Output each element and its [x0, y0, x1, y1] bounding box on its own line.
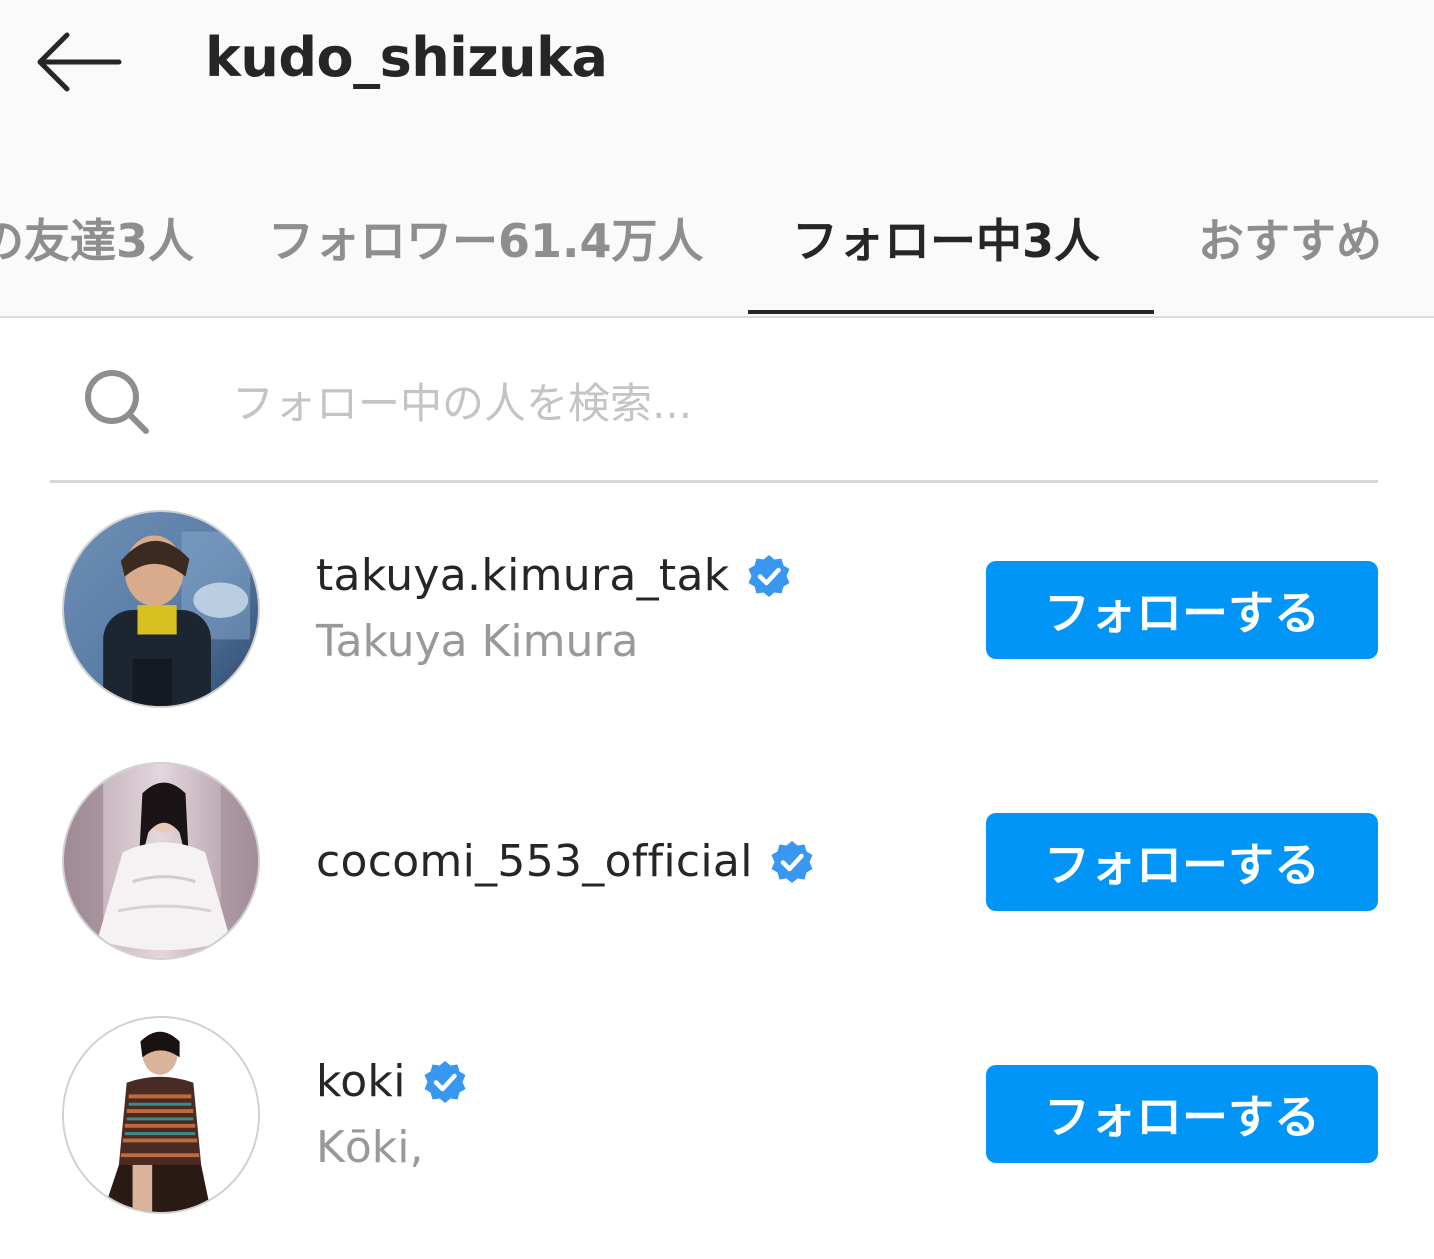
follow-button[interactable]: フォローする — [986, 813, 1378, 911]
tab-bar: の友達3人 フォロワー61.4万人 フォロー中3人 おすすめ — [0, 190, 1434, 318]
avatar[interactable] — [62, 510, 260, 708]
username[interactable]: koki — [316, 1056, 468, 1107]
username-text: takuya.kimura_tak — [316, 550, 730, 601]
follow-button[interactable]: フォローする — [986, 1065, 1378, 1163]
username-text: koki — [316, 1056, 406, 1107]
search-bar — [50, 335, 1378, 483]
verified-badge-icon — [771, 840, 813, 883]
back-arrow-icon — [37, 32, 122, 92]
active-tab-indicator — [748, 310, 1154, 314]
search-input[interactable] — [232, 365, 1332, 441]
following-list-screen: kudo_shizuka の友達3人 フォロワー61.4万人 フォロー中3人 お… — [0, 0, 1434, 1259]
avatar[interactable] — [62, 1016, 260, 1214]
username-text: cocomi_553_official — [316, 836, 753, 887]
page-title: kudo_shizuka — [205, 26, 608, 89]
list-item[interactable]: koki Kōki, フォローする — [0, 1012, 1434, 1214]
follow-button[interactable]: フォローする — [986, 561, 1378, 659]
full-name: Kōki, — [316, 1122, 424, 1173]
verified-badge-icon — [424, 1060, 466, 1103]
username[interactable]: cocomi_553_official — [316, 836, 815, 887]
verified-badge-icon — [748, 554, 790, 597]
tab-mutual-friends[interactable]: の友達3人 — [0, 190, 194, 286]
avatar[interactable] — [62, 762, 260, 960]
list-item[interactable]: takuya.kimura_tak Takuya Kimura フォローする — [0, 508, 1434, 708]
back-button[interactable] — [30, 22, 126, 102]
tab-suggested[interactable]: おすすめ — [1198, 190, 1382, 286]
username[interactable]: takuya.kimura_tak — [316, 550, 792, 601]
list-item[interactable]: cocomi_553_official フォローする — [0, 760, 1434, 960]
search-icon — [85, 370, 149, 434]
full-name: Takuya Kimura — [316, 616, 639, 667]
tab-followers[interactable]: フォロワー61.4万人 — [268, 190, 704, 286]
tab-following[interactable]: フォロー中3人 — [792, 190, 1100, 286]
header: kudo_shizuka の友達3人 フォロワー61.4万人 フォロー中3人 お… — [0, 0, 1434, 318]
